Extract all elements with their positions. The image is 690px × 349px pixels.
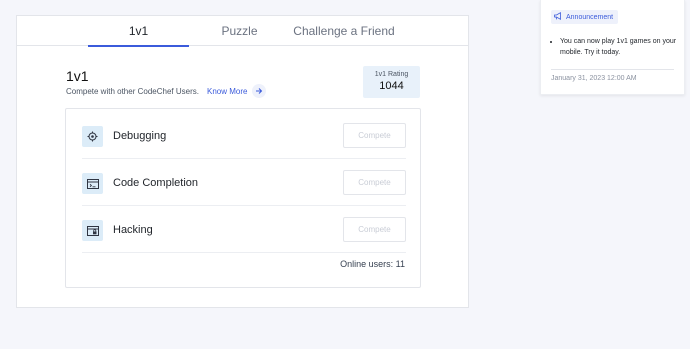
mode-title: 1v1: [66, 68, 89, 84]
rating-label: 1v1 Rating: [374, 71, 409, 78]
mode-subtitle: Compete with other CodeChef Users.: [66, 87, 199, 96]
announcement-body: You can now play 1v1 games on your mobil…: [551, 36, 679, 58]
tab-bar: 1v1 Puzzle Challenge a Friend: [17, 16, 468, 47]
compete-button[interactable]: Compete: [343, 217, 406, 242]
modes-list: Debugging Compete Code Completion Compet…: [65, 108, 421, 288]
announcement-tag: Announcement: [551, 10, 619, 24]
announcement-tag-label: Announcement: [566, 13, 614, 21]
tab-challenge-friend[interactable]: Challenge a Friend: [289, 16, 399, 46]
arrow-right-icon: [252, 84, 267, 98]
rating-box: 1v1 Rating 1044: [363, 66, 420, 98]
divider: [551, 69, 674, 70]
announcement-date: January 31, 2023 12:00 AM: [551, 75, 637, 82]
browser-lock-icon: [82, 220, 103, 241]
know-more-label: Know More: [207, 86, 248, 96]
announcement-card: Announcement You can now play 1v1 games …: [540, 0, 685, 95]
code-window-icon: [82, 173, 103, 194]
mode-name: Code Completion: [113, 177, 198, 189]
know-more-link[interactable]: Know More: [207, 84, 267, 98]
online-users-count: Online users: 11: [340, 259, 405, 269]
compete-button[interactable]: Compete: [343, 170, 406, 195]
tab-1v1[interactable]: 1v1: [88, 16, 189, 47]
mode-name: Hacking: [113, 224, 153, 236]
megaphone-icon: [554, 12, 563, 22]
mode-name: Debugging: [113, 130, 167, 142]
announcement-item: You can now play 1v1 games on your mobil…: [560, 36, 679, 58]
tab-puzzle[interactable]: Puzzle: [207, 16, 272, 46]
compete-button[interactable]: Compete: [343, 123, 406, 148]
mode-row-hacking: Hacking Compete: [82, 207, 406, 253]
target-icon: [82, 126, 103, 147]
game-mode-card: 1v1 Puzzle Challenge a Friend 1v1 Compet…: [16, 15, 469, 308]
mode-row-code-completion: Code Completion Compete: [82, 160, 406, 206]
rating-value: 1044: [379, 80, 404, 92]
mode-row-debugging: Debugging Compete: [82, 113, 406, 159]
